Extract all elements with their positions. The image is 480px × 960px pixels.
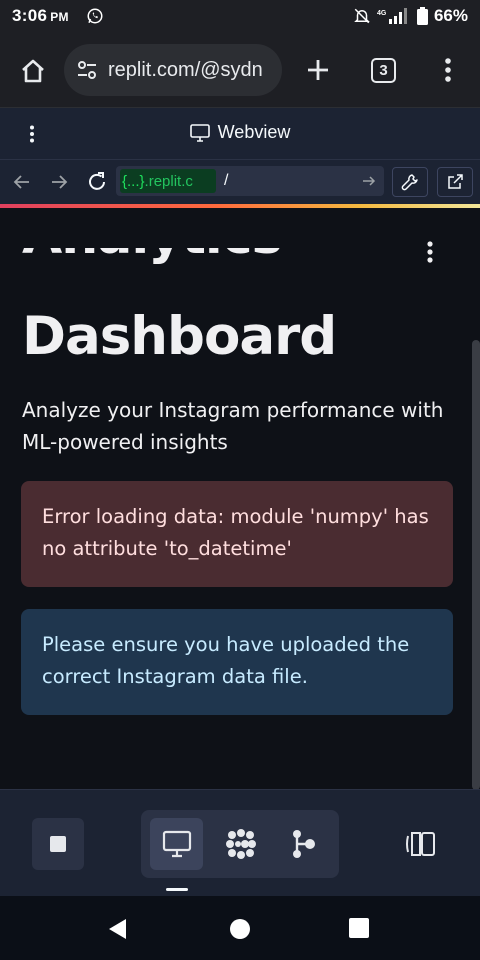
mute-icon <box>354 8 370 24</box>
battery-level: 66% <box>433 6 468 25</box>
page-title: Dashboard <box>22 306 337 367</box>
more-vert-icon[interactable] <box>420 240 440 264</box>
svg-text:4G: 4G <box>377 10 387 17</box>
new-tab-button[interactable] <box>304 56 332 84</box>
open-new-tab-button[interactable] <box>437 167 473 197</box>
address-bar[interactable]: replit.com/@sydn <box>64 44 282 96</box>
page-title-clipped: Analytics <box>22 248 282 290</box>
reload-button[interactable] <box>84 169 110 195</box>
tune-icon[interactable] <box>76 59 98 81</box>
webview-header: Webview <box>0 108 480 160</box>
browser-toolbar: replit.com/@sydn 3 <box>0 34 480 108</box>
forward-arrow-icon <box>52 175 68 189</box>
nav-home-icon[interactable] <box>229 918 251 940</box>
reload-icon <box>89 172 105 190</box>
tab-packages[interactable] <box>214 818 267 870</box>
info-alert: Please ensure you have uploaded the corr… <box>21 609 453 715</box>
url-text: replit.com/@sydn <box>108 58 263 81</box>
whatsapp-icon <box>87 8 103 24</box>
forward-button[interactable] <box>47 170 71 194</box>
webview-title: Webview <box>0 122 480 143</box>
open-external-icon <box>448 174 463 189</box>
side-panel-icon <box>406 832 435 856</box>
android-nav-bar <box>0 896 480 960</box>
workflow-icon <box>292 830 315 858</box>
webview-address-row: {...} .replit.c / <box>0 160 480 204</box>
scrollbar[interactable] <box>472 340 480 789</box>
signal-icon: 4G <box>377 8 407 24</box>
pane-tabs <box>141 810 339 878</box>
back-arrow-icon <box>13 175 29 189</box>
more-vert-icon <box>445 58 451 82</box>
status-bar: 3:06 PM 4G 66% <box>0 0 480 34</box>
monitor-icon <box>162 830 191 858</box>
tab-workflows[interactable] <box>277 818 330 870</box>
webview-path: / <box>224 172 229 189</box>
battery-icon <box>416 7 428 25</box>
devtools-button[interactable] <box>392 167 428 197</box>
monitor-icon <box>189 123 210 142</box>
webview-host: {...} .replit.c <box>120 169 216 193</box>
nav-back-icon[interactable] <box>107 918 129 940</box>
tab-switcher-button[interactable]: 3 <box>371 58 396 83</box>
replit-bottom-toolbar <box>0 790 480 896</box>
active-tab-indicator <box>166 888 188 891</box>
page-subtitle: Analyze your Instagram performance with … <box>22 398 444 454</box>
tab-webview[interactable] <box>150 818 203 870</box>
home-icon <box>22 59 44 83</box>
webview-url-field[interactable]: {...} .replit.c / <box>116 166 384 196</box>
wrench-icon <box>401 174 418 191</box>
nav-recents-icon[interactable] <box>349 918 369 938</box>
stop-icon <box>50 836 66 852</box>
stop-button[interactable] <box>32 818 84 870</box>
app-content: Analytics Dashboard Analyze your Instagr… <box>0 208 480 790</box>
go-arrow-icon[interactable] <box>362 174 376 188</box>
packages-icon <box>225 829 256 859</box>
back-button[interactable] <box>10 170 34 194</box>
error-alert: Error loading data: module 'numpy' has n… <box>21 481 453 587</box>
browser-menu-button[interactable] <box>436 56 460 84</box>
plus-icon <box>308 60 328 80</box>
toggle-sidebar-button[interactable] <box>404 830 438 858</box>
tab-count: 3 <box>379 62 388 79</box>
home-button[interactable] <box>16 54 50 88</box>
clock: 3:06 PM <box>12 6 69 25</box>
